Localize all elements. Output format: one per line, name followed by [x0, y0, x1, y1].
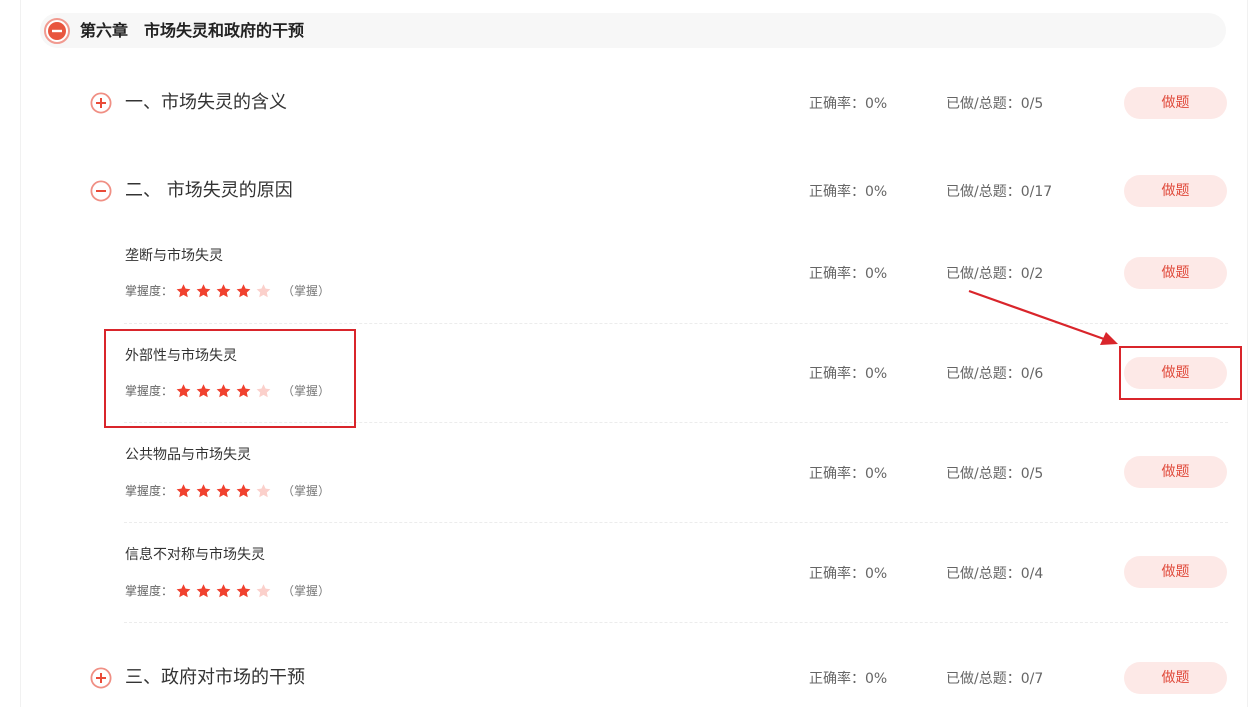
annotation-arrow — [968, 289, 1118, 345]
